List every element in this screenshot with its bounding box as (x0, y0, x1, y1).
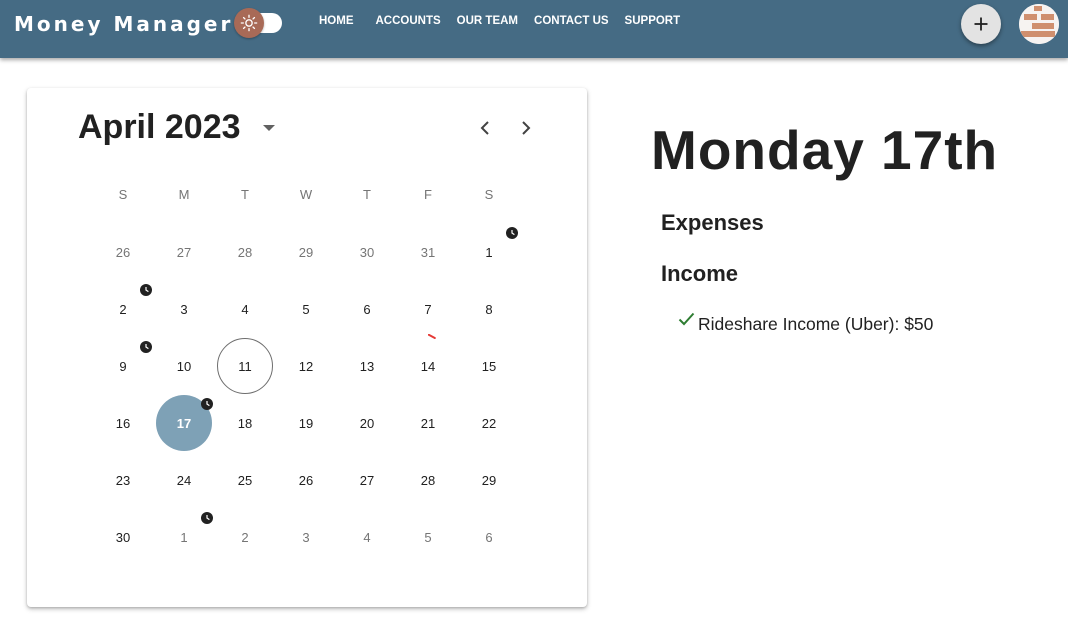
day-apr-24[interactable]: 24 (156, 452, 212, 508)
day-mar-29[interactable]: 29 (278, 224, 334, 280)
avatar[interactable] (1019, 4, 1059, 44)
theme-toggle[interactable] (234, 8, 264, 38)
chevron-right-icon (522, 121, 531, 135)
day-mar-27[interactable]: 27 (156, 224, 212, 280)
clock-icon (140, 341, 152, 353)
nav-our-team[interactable]: OUR TEAM (457, 15, 518, 27)
day-apr-6[interactable]: 6 (339, 281, 395, 337)
day-apr-22[interactable]: 22 (461, 395, 517, 451)
brand-title: Money Manager (14, 12, 234, 36)
day-apr-3[interactable]: 3 (156, 281, 212, 337)
day-apr-5[interactable]: 5 (278, 281, 334, 337)
nav-home[interactable]: HOME (319, 15, 354, 27)
clock-icon (201, 398, 213, 410)
day-may-4[interactable]: 4 (339, 509, 395, 565)
user-avatar-icon (1019, 4, 1059, 44)
top-app-bar: Money Manager HOME ACCOUNTS OUR TEAM CON… (0, 0, 1068, 58)
day-apr-27[interactable]: 27 (339, 452, 395, 508)
day-apr-30[interactable]: 30 (95, 509, 151, 565)
day-apr-4[interactable]: 4 (217, 281, 273, 337)
day-apr-28[interactable]: 28 (400, 452, 456, 508)
income-item-label: Rideshare Income (Uber): $50 (698, 314, 934, 334)
caret-down-icon[interactable] (263, 125, 275, 132)
plus-icon (974, 17, 988, 31)
next-month-button[interactable] (516, 117, 536, 139)
day-apr-26[interactable]: 26 (278, 452, 334, 508)
day-apr-14[interactable]: 14 (400, 338, 456, 394)
income-list-item[interactable]: Rideshare Income (Uber): $50 (678, 312, 933, 335)
day-may-6[interactable]: 6 (461, 509, 517, 565)
weekday-fri: F (424, 187, 432, 202)
day-apr-29[interactable]: 29 (461, 452, 517, 508)
clock-icon (140, 284, 152, 296)
day-apr-20[interactable]: 20 (339, 395, 395, 451)
day-apr-19[interactable]: 19 (278, 395, 334, 451)
weekday-mon: M (178, 187, 190, 202)
main-nav: HOME ACCOUNTS OUR TEAM CONTACT US SUPPOR… (319, 15, 696, 27)
day-mar-28[interactable]: 28 (217, 224, 273, 280)
day-apr-7[interactable]: 7 (400, 281, 456, 337)
day-may-3[interactable]: 3 (278, 509, 334, 565)
day-mar-26[interactable]: 26 (95, 224, 151, 280)
day-apr-10[interactable]: 10 (156, 338, 212, 394)
nav-accounts[interactable]: ACCOUNTS (376, 15, 441, 27)
nav-support[interactable]: SUPPORT (625, 15, 681, 27)
clock-icon (506, 227, 518, 239)
day-apr-13[interactable]: 13 (339, 338, 395, 394)
expenses-heading: Expenses (661, 210, 764, 235)
nav-contact-us[interactable]: CONTACT US (534, 15, 609, 27)
day-mar-30[interactable]: 30 (339, 224, 395, 280)
expense-marker-icon (428, 334, 436, 339)
weekday-tue: T (241, 187, 249, 202)
previous-month-button[interactable] (475, 117, 495, 139)
day-apr-8[interactable]: 8 (461, 281, 517, 337)
weekday-sat: S (484, 187, 494, 202)
day-apr-12[interactable]: 12 (278, 338, 334, 394)
sun-icon (240, 14, 258, 32)
weekday-wed: W (299, 187, 313, 202)
add-transaction-button[interactable] (961, 4, 1001, 44)
selected-date-heading: Monday 17th (651, 119, 999, 181)
income-heading: Income (661, 261, 739, 286)
calendar-card: April 2023 S M T W T F S 26 27 28 29 30 … (27, 88, 587, 607)
day-apr-21[interactable]: 21 (400, 395, 456, 451)
day-apr-15[interactable]: 15 (461, 338, 517, 394)
check-icon (678, 312, 695, 326)
day-mar-31[interactable]: 31 (400, 224, 456, 280)
day-apr-11-today[interactable]: 11 (217, 338, 273, 394)
day-apr-25[interactable]: 25 (217, 452, 273, 508)
day-may-2[interactable]: 2 (217, 509, 273, 565)
day-apr-23[interactable]: 23 (95, 452, 151, 508)
day-may-5[interactable]: 5 (400, 509, 456, 565)
weekday-sun: S (118, 187, 128, 202)
weekday-thu: T (363, 187, 371, 202)
month-year-label[interactable]: April 2023 (78, 108, 241, 147)
clock-icon (201, 512, 213, 524)
chevron-left-icon (480, 121, 489, 135)
day-apr-18[interactable]: 18 (217, 395, 273, 451)
day-apr-16[interactable]: 16 (95, 395, 151, 451)
